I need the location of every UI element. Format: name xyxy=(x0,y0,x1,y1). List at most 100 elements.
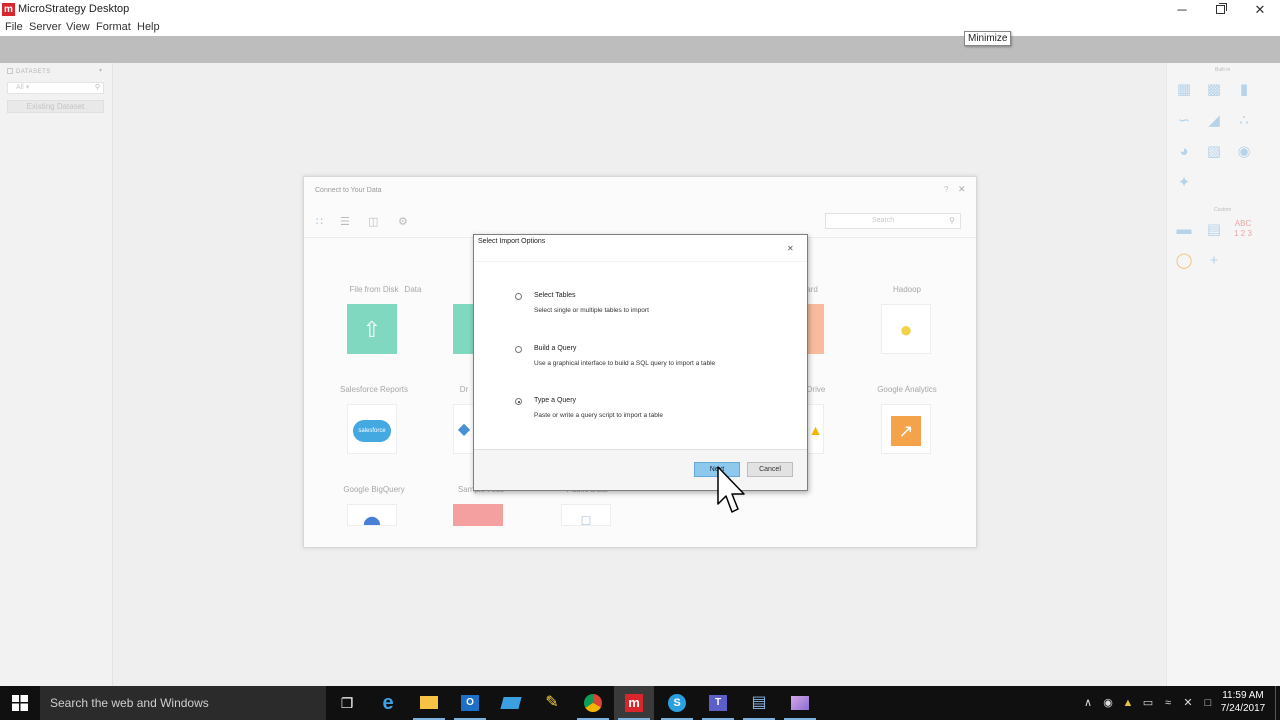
pie-chart-icon[interactable]: ◕ xyxy=(1173,141,1195,163)
menu-bar: File Server View Format Help xyxy=(0,20,1280,36)
remote-desktop-icon[interactable]: ▤ xyxy=(739,686,779,720)
datasets-header-label: DATASETS xyxy=(16,69,51,75)
wifi-tray-icon[interactable]: ≈ xyxy=(1159,686,1177,720)
tray-overflow-icon[interactable]: ∧ xyxy=(1080,686,1096,720)
menu-file[interactable]: File xyxy=(5,21,23,33)
outlook-logo: O xyxy=(461,694,479,711)
skype-icon[interactable]: S xyxy=(657,686,697,720)
outlook-icon[interactable]: O xyxy=(450,686,490,720)
taskbar-search-input[interactable]: Search the web and Windows xyxy=(40,686,326,720)
cancel-button[interactable]: Cancel xyxy=(747,462,793,477)
google-drive-icon[interactable]: ▲ xyxy=(807,404,824,454)
show-desktop-button[interactable] xyxy=(1275,686,1280,720)
gantt-icon[interactable]: ▤ xyxy=(1203,219,1225,241)
salesforce-icon[interactable]: salesforce xyxy=(347,404,397,454)
bar-chart-icon[interactable]: ▮ xyxy=(1233,79,1255,101)
map-icon[interactable]: ◉ xyxy=(1233,141,1255,163)
collapse-panel-icon[interactable]: ▾ xyxy=(99,67,102,74)
chrome-icon[interactable] xyxy=(573,686,613,720)
source-label-data: Data xyxy=(404,285,422,294)
grid-icon[interactable]: ▦ xyxy=(1173,79,1195,101)
title-bar: m MicroStrategy Desktop ─ ✕ xyxy=(0,0,1280,20)
source-label-dropbox: Dr xyxy=(459,385,469,394)
area-chart-icon[interactable]: ◢ xyxy=(1203,110,1225,132)
url-data-tile[interactable] xyxy=(453,304,475,354)
restore-button[interactable] xyxy=(1200,1,1240,19)
network-icon[interactable]: ✦ xyxy=(1173,172,1195,194)
sway-icon[interactable] xyxy=(491,686,531,720)
photos-icon[interactable] xyxy=(780,686,820,720)
list-view-icon[interactable]: ☰ xyxy=(340,215,350,228)
app-window: m MicroStrategy Desktop ─ ✕ File Server … xyxy=(0,0,1280,720)
search-icon: ⚲ xyxy=(949,216,955,225)
edge-browser-icon[interactable]: e xyxy=(368,686,408,720)
network-tray-icon[interactable]: ◉ xyxy=(1099,686,1117,720)
security-tray-icon[interactable]: ▲ xyxy=(1119,686,1137,720)
volume-muted-icon[interactable]: ✕ xyxy=(1179,686,1197,720)
radio-build-query[interactable] xyxy=(515,346,522,353)
dropbox-icon[interactable]: ◆ xyxy=(453,404,475,454)
donut-icon[interactable]: ◯ xyxy=(1173,250,1195,272)
task-view-icon[interactable]: ❐ xyxy=(327,686,367,720)
bigquery-icon[interactable]: ⬤ xyxy=(347,504,397,526)
sample-files-icon[interactable] xyxy=(453,504,503,526)
filter-icon[interactable]: ▬ xyxy=(1173,219,1195,241)
existing-dataset-button[interactable]: Existing Dataset xyxy=(7,100,104,113)
kpi-num-label: 1 2 3 xyxy=(1234,229,1252,238)
line-chart-icon[interactable]: ∽ xyxy=(1173,110,1195,132)
clipboard-tile[interactable] xyxy=(807,304,824,354)
radio-select-tables[interactable] xyxy=(515,293,522,300)
folder-icon xyxy=(420,696,438,710)
modal-header: Select Import Options ✕ xyxy=(474,235,807,261)
hadoop-elephant-icon[interactable]: ● xyxy=(881,304,931,354)
menu-server[interactable]: Server xyxy=(29,21,61,33)
clock-date: 7/24/2017 xyxy=(1220,703,1266,714)
window-title: MicroStrategy Desktop xyxy=(18,3,130,15)
dataset-filter-arrow: ▾ xyxy=(25,84,30,91)
taskbar-clock[interactable]: 11:59 AM 7/24/2017 xyxy=(1220,689,1266,715)
mouse-cursor-icon xyxy=(717,466,745,513)
file-explorer-icon[interactable] xyxy=(409,686,449,720)
option-description: Paste or write a query script to import … xyxy=(534,412,663,419)
google-analytics-icon[interactable]: ↗ xyxy=(881,404,931,454)
public-data-icon[interactable]: □ xyxy=(561,504,611,526)
menu-help[interactable]: Help xyxy=(137,21,160,33)
bubble-chart-icon[interactable]: ∴ xyxy=(1233,110,1255,132)
app-logo: m xyxy=(2,3,15,16)
paint-icon[interactable]: ✎ xyxy=(532,686,572,720)
kpi-icon[interactable]: ABC 1 2 3 xyxy=(1225,219,1261,241)
option-description: Select single or multiple tables to impo… xyxy=(534,307,649,314)
settings-gear-icon[interactable]: ⚙ xyxy=(398,215,408,228)
close-window-button[interactable]: ✕ xyxy=(1240,1,1280,19)
dataset-filter[interactable]: All ▾ ⚲ xyxy=(7,82,104,94)
minimize-button[interactable]: ─ xyxy=(1162,1,1202,19)
datasets-header: DATASETS xyxy=(7,68,51,75)
start-button[interactable] xyxy=(0,686,40,720)
option-description: Use a graphical interface to build a SQL… xyxy=(534,360,716,367)
search-icon: ⚲ xyxy=(94,84,100,91)
connect-dialog-close-button[interactable]: ✕ xyxy=(958,184,966,195)
modal-close-button[interactable]: ✕ xyxy=(787,244,794,253)
combo-chart-icon[interactable]: ▧ xyxy=(1203,141,1225,163)
skype-logo: S xyxy=(668,693,686,712)
dataset-filter-value: All xyxy=(16,84,24,91)
modal-body: Select Tables Select single or multiple … xyxy=(474,261,807,449)
action-center-icon[interactable]: □ xyxy=(1199,686,1217,720)
add-visualization-icon[interactable]: + xyxy=(1203,250,1225,272)
upload-icon[interactable]: ⇧ xyxy=(347,304,397,354)
heatmap-icon[interactable]: ▩ xyxy=(1203,79,1225,101)
microstrategy-taskbar-icon[interactable]: m xyxy=(614,686,654,720)
analytics-trend-icon: ↗ xyxy=(891,416,921,447)
help-icon[interactable]: ? xyxy=(944,185,948,194)
tile-view-icon[interactable]: ∷ xyxy=(316,215,323,228)
menu-format[interactable]: Format xyxy=(96,21,131,33)
teams-icon[interactable]: T xyxy=(698,686,738,720)
minimize-tooltip: Minimize xyxy=(964,31,1012,46)
radio-type-query[interactable] xyxy=(515,398,522,405)
connect-search-input[interactable]: Search ⚲ xyxy=(825,213,961,229)
desktop-icon[interactable]: ◫ xyxy=(368,215,378,228)
modal-title: Select Import Options xyxy=(478,238,546,245)
option-title: Type a Query xyxy=(534,397,577,404)
menu-view[interactable]: View xyxy=(66,21,90,33)
battery-tray-icon[interactable]: ▭ xyxy=(1139,686,1157,720)
